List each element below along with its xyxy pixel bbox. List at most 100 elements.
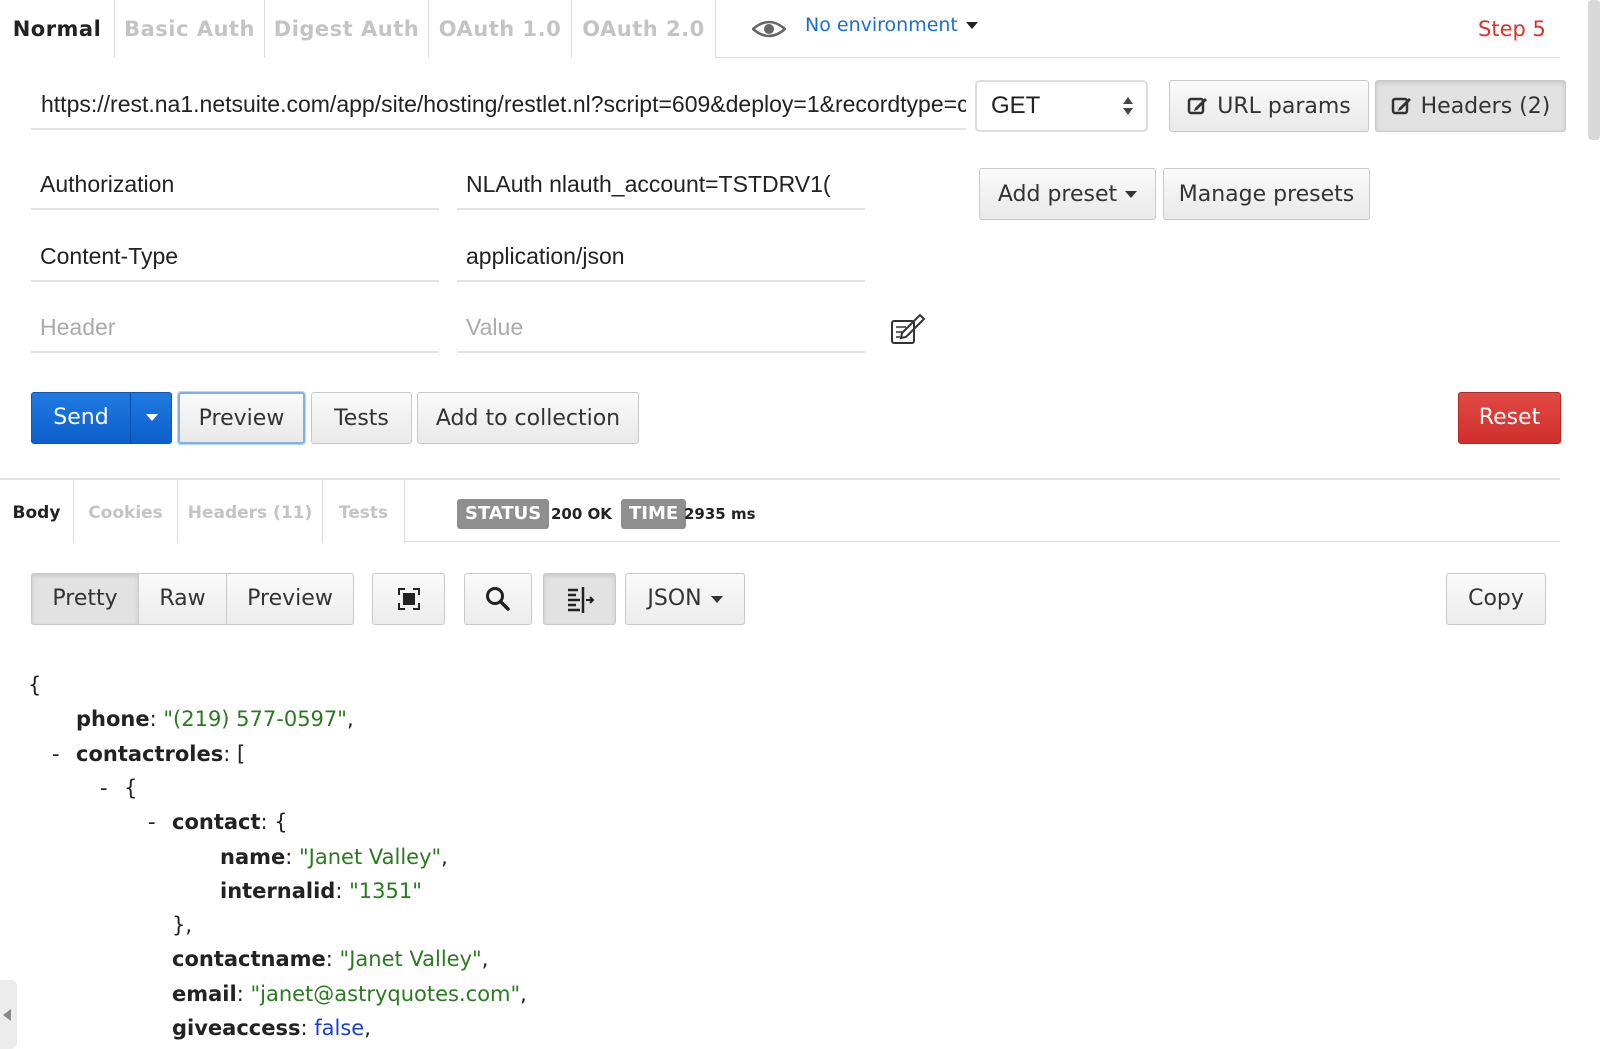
send-button-group[interactable]: Send (31, 392, 172, 444)
headers-label: Headers (2) (1420, 93, 1551, 119)
view-pretty-button[interactable]: Pretty (31, 573, 139, 625)
json-punctuation: : (285, 844, 300, 869)
json-line: - contact: { (148, 805, 288, 840)
json-line: }, (172, 908, 192, 943)
json-punctuation: : [ (223, 741, 246, 766)
send-dropdown-button[interactable] (130, 393, 172, 443)
json-punctuation: { (124, 775, 138, 800)
wrap-lines-button[interactable] (543, 573, 616, 625)
time-value: 2935 ms (684, 505, 756, 523)
tests-button[interactable]: Tests (311, 392, 412, 444)
json-punctuation: : (325, 947, 340, 972)
status-value: 200 OK (551, 505, 612, 523)
preview-button[interactable]: Preview (178, 392, 305, 444)
chevron-left-icon (3, 1009, 11, 1021)
tab-response-headers[interactable]: Headers (11) (178, 480, 323, 543)
json-line: contactname: "Janet Valley", (172, 942, 488, 977)
copy-button[interactable]: Copy (1446, 573, 1546, 625)
environment-label: No environment (805, 14, 958, 36)
json-punctuation: { (28, 673, 42, 697)
view-raw-button[interactable]: Raw (139, 573, 227, 625)
json-string: "janet@astryquotes.com" (250, 981, 521, 1006)
manage-presets-label: Manage presets (1178, 181, 1355, 207)
bulk-edit-icon[interactable] (890, 313, 926, 347)
search-button[interactable] (464, 573, 532, 625)
json-string: "Janet Valley" (339, 947, 482, 972)
chevron-down-icon (1125, 190, 1138, 198)
json-punctuation: , (520, 981, 527, 1006)
header-key-placeholder[interactable]: Header (31, 303, 439, 353)
method-select[interactable]: GET (975, 80, 1148, 132)
edit-icon (1391, 97, 1411, 115)
chevron-down-icon (146, 414, 158, 421)
header-value-field[interactable]: application/json (457, 232, 865, 282)
json-key: giveaccess (172, 1016, 301, 1040)
manage-presets-button[interactable]: Manage presets (1163, 168, 1370, 220)
tab-response-tests[interactable]: Tests (323, 480, 405, 543)
json-line: name: "Janet Valley", (220, 840, 448, 875)
tab-body[interactable]: Body (0, 480, 74, 543)
search-icon (486, 587, 510, 611)
response-tab-bar: Body Cookies Headers (11) Tests (0, 478, 1560, 543)
json-punctuation: : (300, 1016, 315, 1040)
tab-normal[interactable]: Normal (0, 0, 115, 58)
expand-icon (397, 588, 420, 610)
add-preset-button[interactable]: Add preset (979, 168, 1156, 220)
method-value: GET (991, 92, 1041, 119)
header-value-field[interactable]: NLAuth nlauth_account=TSTDRV1( (457, 160, 865, 210)
preview-label: Preview (198, 405, 285, 431)
tab-basic-auth[interactable]: Basic Auth (115, 0, 265, 58)
environment-selector[interactable]: No environment (805, 14, 978, 36)
json-line: { (28, 668, 41, 703)
json-punctuation: : { (260, 810, 288, 835)
json-punctuation: , (481, 947, 489, 972)
tab-cookies[interactable]: Cookies (74, 480, 178, 543)
url-params-label: URL params (1217, 93, 1351, 119)
fullscreen-button[interactable] (372, 573, 445, 625)
add-preset-label: Add preset (997, 181, 1118, 207)
collapse-toggle[interactable]: - (148, 805, 156, 840)
json-string: "1351" (349, 878, 422, 903)
view-preview-button[interactable]: Preview (227, 573, 354, 625)
add-to-collection-label: Add to collection (435, 405, 621, 431)
status-badge: STATUS (457, 499, 550, 529)
header-key-field[interactable]: Content-Type (31, 232, 439, 282)
tab-digest-auth[interactable]: Digest Auth (265, 0, 429, 58)
tab-oauth-1[interactable]: OAuth 1.0 (429, 0, 572, 58)
json-line: internalid: "1351" (220, 874, 422, 909)
json-line: - contactroles: [ (52, 737, 246, 772)
json-line: phone: "(219) 577-0597", (76, 702, 354, 737)
header-value-placeholder[interactable]: Value (457, 303, 865, 353)
chevron-down-icon (965, 22, 978, 29)
tests-label: Tests (334, 405, 389, 431)
json-key: contact (172, 810, 261, 835)
collapse-toggle[interactable]: - (100, 771, 108, 806)
json-punctuation: : (236, 981, 251, 1006)
edit-icon (1187, 97, 1208, 115)
eye-icon[interactable] (752, 18, 786, 40)
json-key: contactname (172, 947, 326, 972)
json-key: name (220, 844, 286, 869)
json-boolean: false (314, 1016, 365, 1040)
header-key-field[interactable]: Authorization (31, 160, 439, 210)
json-punctuation: , (346, 707, 354, 732)
json-string: "(219) 577-0597" (163, 707, 347, 732)
json-key: contactroles (76, 741, 224, 766)
scrollbar[interactable] (1588, 0, 1600, 140)
add-to-collection-button[interactable]: Add to collection (417, 392, 639, 444)
tab-oauth-2[interactable]: OAuth 2.0 (572, 0, 716, 58)
json-punctuation: : (149, 707, 164, 732)
format-select[interactable]: JSON (625, 573, 745, 625)
url-input[interactable]: https://rest.na1.netsuite.com/app/site/h… (31, 80, 966, 130)
collapse-toggle[interactable]: - (52, 737, 60, 772)
chevron-down-icon (710, 595, 723, 603)
sidebar-toggle[interactable] (0, 980, 17, 1049)
json-punctuation: }, (172, 913, 193, 938)
url-params-button[interactable]: URL params (1169, 80, 1369, 132)
send-button[interactable]: Send (32, 393, 130, 443)
json-punctuation: , (364, 1016, 371, 1040)
format-label: JSON (647, 586, 702, 611)
json-key: internalid (220, 878, 336, 903)
reset-button[interactable]: Reset (1458, 392, 1561, 444)
headers-button[interactable]: Headers (2) (1375, 80, 1566, 132)
